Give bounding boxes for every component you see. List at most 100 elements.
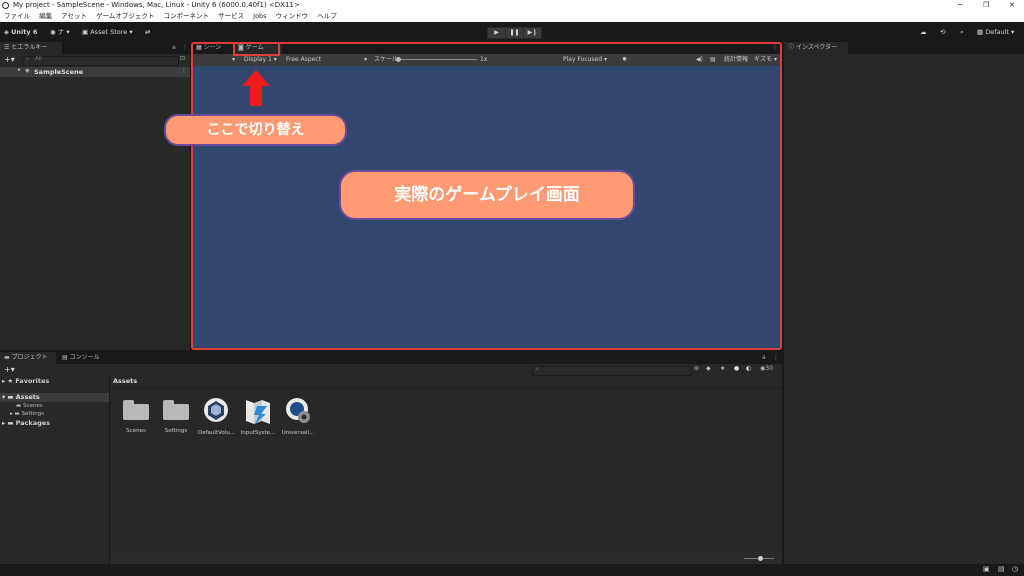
status-icon-progress[interactable]: ◷: [1012, 565, 1018, 573]
packages-label: Packages: [15, 419, 51, 427]
filter-label-icon[interactable]: ◆: [706, 365, 711, 372]
close-icon[interactable]: ✕: [1009, 0, 1015, 11]
account-button[interactable]: ◉ ナ ▾: [50, 26, 70, 38]
tree-item-favorites[interactable]: ▸ ★ Favorites: [2, 377, 49, 385]
window-title-bar: My project - SampleScene - Windows, Mac,…: [0, 0, 1024, 11]
tree-item-scenes[interactable]: ▬ Scenes: [16, 403, 43, 409]
add-icon[interactable]: +▾: [4, 55, 15, 64]
tree-item-settings[interactable]: ▸ ▬ Settings: [10, 411, 44, 417]
gizmos-button[interactable]: ギズモ: [754, 54, 772, 66]
center-tabbar: ▦ シーン ◙ ゲーム ⋮: [192, 42, 781, 54]
asset-item-input-system[interactable]: InputSyste...: [240, 396, 276, 436]
asset-item-settings[interactable]: Settings: [158, 396, 194, 434]
tab-inspector[interactable]: ⓘ インスペクター: [784, 42, 848, 54]
tree-item-assets[interactable]: ▾ ▬ Assets: [0, 393, 109, 402]
search-icon: ⌕: [536, 366, 539, 372]
play-button[interactable]: ▶: [487, 27, 506, 39]
hierarchy-search-input[interactable]: ⌕ All: [22, 56, 179, 66]
tab-hierarchy-label: ヒエラルキー: [11, 44, 48, 51]
folder-open-icon: ▬: [7, 393, 14, 401]
scale-slider-handle[interactable]: [396, 57, 401, 62]
menu-item-help[interactable]: ヘルプ: [317, 12, 337, 20]
project-search-input[interactable]: ⌕: [532, 366, 692, 376]
layout-dropdown[interactable]: ▦ Default ▾: [977, 26, 1014, 38]
gizmos-dropdown-icon[interactable]: ▾: [774, 54, 777, 66]
status-icon-cache[interactable]: ▤: [998, 565, 1005, 573]
star-icon: ★: [7, 377, 14, 385]
expand-arrow-icon[interactable]: ▸: [18, 67, 21, 73]
more-menu-icon[interactable]: ⋮: [772, 44, 778, 51]
search-placeholder: All: [35, 56, 42, 62]
minimize-icon[interactable]: ─: [958, 0, 962, 11]
asset-label: Settings: [164, 428, 188, 434]
play-mode-dropdown[interactable]: Play Focused ▾: [563, 54, 607, 66]
menu-item-component[interactable]: コンポーネント: [164, 12, 210, 20]
breadcrumb: Assets: [110, 376, 782, 388]
project-tabbar: ▬ プロジェクト ▤ コンソール a ⋮: [0, 352, 782, 364]
visibility-icon[interactable]: ◐: [746, 365, 751, 372]
asset-item-default-volume[interactable]: DefaultVolu...: [198, 396, 235, 436]
game-view-text: 実際のゲームプレイ画面: [394, 185, 580, 205]
pause-button[interactable]: ❚❚: [505, 27, 524, 39]
lock-icon[interactable]: a: [762, 354, 766, 361]
aspect-dropdown-arrow-icon[interactable]: ▾: [364, 54, 367, 66]
store-icon: ▣: [82, 28, 89, 36]
folder-icon: ▬: [16, 403, 22, 409]
filter-icon[interactable]: ⊡: [180, 55, 185, 62]
tree-item-packages[interactable]: ▸ ▬ Packages: [2, 419, 50, 427]
unity-account-button[interactable]: ◈ Unity 6: [4, 26, 37, 38]
play-mode-label: Play Focused: [563, 56, 603, 63]
project-panel: ▬ プロジェクト ▤ コンソール a ⋮ +▾ ⌕ ⊛ ◆ ★ ● ◐ ◉30 …: [0, 352, 782, 564]
version-control-icon[interactable]: ⇄: [145, 26, 150, 38]
more-menu-icon[interactable]: ⋮: [182, 44, 188, 51]
step-button[interactable]: ▶❙: [523, 27, 542, 39]
menu-item-file[interactable]: ファイル: [4, 12, 30, 20]
scale-value: 1x: [480, 56, 488, 63]
stats-button[interactable]: 統計情報: [724, 54, 748, 66]
breadcrumb-assets[interactable]: Assets: [113, 377, 137, 385]
audio-icon[interactable]: ◀): [696, 54, 703, 66]
bug-icon[interactable]: ✹: [622, 54, 627, 66]
scene-row[interactable]: ▸ ◈ SampleScene ⋮: [0, 67, 190, 77]
tab-scene[interactable]: ▦ シーン: [192, 42, 234, 54]
aspect-label: Free Aspect: [286, 56, 322, 63]
folder-icon: [163, 400, 189, 420]
scale-label: スケール: [374, 56, 399, 63]
more-menu-icon[interactable]: ⋮: [773, 354, 779, 361]
scene-tab-icon: ▦: [196, 44, 202, 51]
asset-item-scenes[interactable]: Scenes: [118, 396, 154, 434]
folder-icon: ▬: [14, 411, 20, 417]
maximize-icon[interactable]: ❐: [983, 0, 989, 11]
tab-project-label: プロジェクト: [11, 354, 48, 361]
asset-item-universal-render[interactable]: Universall...: [280, 396, 316, 436]
tab-hierarchy[interactable]: ☰ ヒエラルキー: [0, 42, 62, 54]
aspect-dropdown[interactable]: Free Aspect: [286, 54, 321, 66]
status-icon-network[interactable]: ▣: [983, 565, 990, 573]
hierarchy-panel: ☰ ヒエラルキー a ⋮ +▾ ⌕ All ⊡ ▸ ◈ SampleScene …: [0, 42, 190, 350]
menu-item-edit[interactable]: 編集: [39, 12, 52, 20]
filter-type-icon[interactable]: ⊛: [694, 365, 699, 372]
screenshot-icon[interactable]: ▤: [710, 54, 716, 66]
asset-label: Universall...: [281, 430, 315, 436]
star-icon[interactable]: ★: [720, 365, 725, 372]
lock-icon[interactable]: a: [172, 44, 176, 51]
asset-store-button[interactable]: ▣ Asset Store ▾: [82, 26, 133, 38]
input-actions-icon: [246, 400, 270, 424]
cloud-icon[interactable]: ☁: [920, 26, 927, 38]
icon-size-slider-handle[interactable]: [758, 556, 763, 561]
menu-item-window[interactable]: ウィンドウ: [276, 12, 309, 20]
scene-menu-icon[interactable]: ⋮: [181, 67, 187, 74]
menu-item-gameobject[interactable]: ゲームオブジェクト: [96, 12, 154, 20]
hidden-packages-icon[interactable]: ●: [734, 365, 739, 372]
menu-item-services[interactable]: サービス: [218, 12, 244, 20]
folder-tab-icon: ▬: [4, 354, 10, 361]
scale-slider[interactable]: [397, 59, 477, 60]
tab-project[interactable]: ▬ プロジェクト: [0, 352, 56, 364]
inspector-tabbar: ⓘ インスペクター: [784, 42, 1024, 54]
tab-console[interactable]: ▤ コンソール: [58, 352, 112, 364]
history-icon[interactable]: ⟲: [940, 26, 945, 38]
menu-item-assets[interactable]: アセット: [61, 12, 87, 20]
search-icon[interactable]: ⌕: [960, 26, 964, 38]
add-icon[interactable]: +▾: [4, 365, 15, 374]
menu-item-jobs[interactable]: Jobs: [253, 12, 266, 20]
